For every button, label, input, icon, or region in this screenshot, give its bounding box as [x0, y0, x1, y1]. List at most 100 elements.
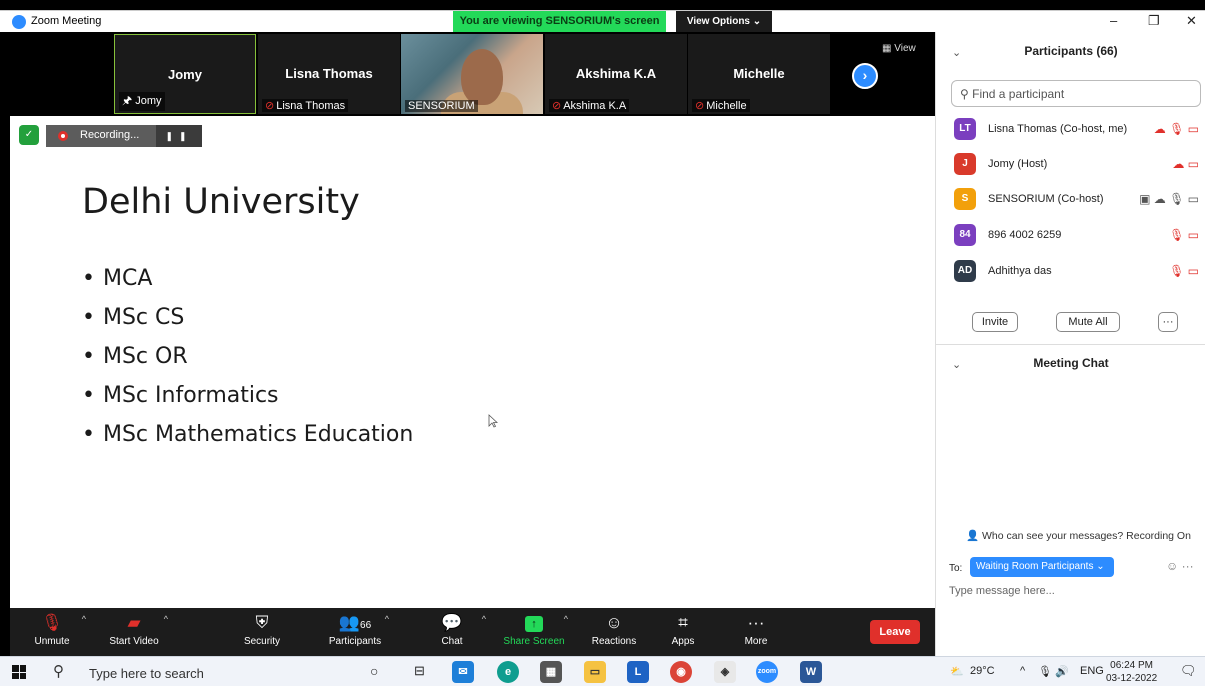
tile-label-text: Jomy	[135, 95, 162, 107]
share-screen-button[interactable]: ↑ Share Screen ^	[494, 608, 574, 656]
chat-message-input[interactable]: Type message here...	[949, 585, 1055, 597]
security-label: Security	[243, 636, 281, 647]
participants-label: Participants	[328, 636, 382, 647]
chat-title: Meeting Chat	[1033, 356, 1109, 370]
participants-icon: 👥66	[338, 613, 372, 632]
video-tile-michelle[interactable]: Michelle ⊘ Michelle	[688, 34, 830, 114]
chevron-up-icon[interactable]: ^	[385, 614, 389, 624]
view-label: View	[894, 43, 916, 54]
tile-label-text: Akshima K.A	[563, 100, 627, 112]
emoji-icon[interactable]: ☺ ···	[1166, 559, 1194, 573]
unmute-button[interactable]: 🎙 Unmute ^	[12, 608, 92, 656]
video-tile-lisna[interactable]: Lisna Thomas ⊘ Lisna Thomas	[258, 34, 400, 114]
word-app-icon[interactable]: W	[800, 661, 822, 683]
close-button[interactable]: ✕	[1186, 13, 1197, 29]
apps-label: Apps	[671, 636, 695, 647]
mic-tray-icon[interactable]: 🎙	[1038, 665, 1052, 678]
bullet-item: MSc Informatics	[82, 383, 413, 422]
panel-divider	[936, 344, 1205, 345]
participant-name: SENSORIUM (Co-host)	[988, 193, 1104, 205]
bullet-item: MSc OR	[82, 344, 413, 383]
pin-icon: 🖈	[122, 95, 136, 107]
recipient-dropdown[interactable]: Waiting Room Participants ⌄	[970, 557, 1114, 577]
security-shield-icon[interactable]: ✓	[19, 125, 39, 145]
video-tile-jomy[interactable]: Jomy 🖈 Jomy	[114, 34, 256, 114]
recording-controls[interactable]: ❚❚ ■	[156, 125, 202, 163]
viewing-screen-banner: You are viewing SENSORIUM's screen	[453, 11, 666, 32]
participant-row[interactable]: AD Adhithya das 🎙 ▭	[954, 260, 1199, 284]
tile-label-text: Lisna Thomas	[276, 100, 346, 112]
chevron-up-icon[interactable]: ^	[164, 614, 168, 624]
app-l-icon[interactable]: L	[627, 661, 649, 683]
apps-icon: ⌗	[678, 613, 688, 632]
security-button[interactable]: ⛨ Security	[222, 608, 302, 656]
participant-status-icons: ☁ 🎙 ▭	[1153, 122, 1199, 136]
task-view-icon[interactable]: ⊟	[414, 663, 425, 679]
avatar: S	[954, 188, 976, 210]
chevron-up-icon[interactable]: ^	[82, 614, 86, 624]
participant-status-icons: ▣ ☁ 🎙 ▭	[1139, 192, 1199, 206]
reactions-button[interactable]: ☺ Reactions	[574, 608, 654, 656]
share-screen-label: Share Screen	[503, 636, 565, 647]
avatar: LT	[954, 118, 976, 140]
app-icon[interactable]: ◈	[714, 661, 736, 683]
reactions-icon: ☺	[605, 613, 623, 632]
more-options-button[interactable]: ···	[1158, 312, 1178, 332]
chevron-up-icon[interactable]: ^	[482, 614, 486, 624]
chat-button[interactable]: 💬 Chat ^	[412, 608, 492, 656]
language-indicator[interactable]: ENG	[1080, 665, 1104, 677]
minimize-button[interactable]: –	[1110, 13, 1117, 28]
weather-icon[interactable]: ⛅	[950, 665, 964, 678]
weather-temp: 29°C	[970, 665, 995, 677]
reactions-label: Reactions	[591, 636, 637, 647]
participants-button[interactable]: 👥66 Participants ^	[315, 608, 395, 656]
view-layout-button[interactable]: ▦ View	[882, 43, 916, 54]
tile-label-text: SENSORIUM	[408, 100, 475, 112]
file-explorer-icon[interactable]: ▭	[584, 661, 606, 683]
who-can-see-link[interactable]: 👤 Who can see your messages? Recording O…	[966, 529, 1191, 542]
participant-row[interactable]: 84 896 4002 6259 🎙 ▭	[954, 224, 1199, 248]
participant-row[interactable]: LT Lisna Thomas (Co-host, me) ☁ 🎙 ▭	[954, 118, 1199, 142]
tile-label: ⊘ Lisna Thomas	[262, 99, 349, 112]
windows-start-icon[interactable]	[12, 665, 26, 679]
video-tile-sensorium[interactable]: SENSORIUM	[401, 34, 543, 114]
mail-app-icon[interactable]: ✉	[452, 661, 474, 683]
video-tile-akshima[interactable]: Akshima K.A ⊘ Akshima K.A	[545, 34, 687, 114]
more-label: More	[744, 636, 768, 647]
taskbar-search[interactable]: ⚲ Type here to search	[43, 658, 343, 686]
participants-title: Participants (66)	[1024, 44, 1118, 58]
zoom-app-icon[interactable]: zoom	[756, 661, 778, 683]
zoom-logo-icon	[12, 15, 26, 29]
participants-count: 66	[360, 620, 372, 631]
cortana-icon[interactable]: ○	[370, 663, 378, 679]
recording-icon	[58, 131, 68, 141]
next-page-arrow-icon[interactable]: ›	[852, 63, 878, 89]
edge-browser-icon[interactable]: e	[497, 661, 519, 683]
participant-status-icons: ☁ ▭	[1172, 157, 1199, 171]
apps-button[interactable]: ⌗ Apps	[643, 608, 723, 656]
view-options-button[interactable]: View Options ⌄	[676, 11, 772, 32]
chevron-up-icon[interactable]: ^	[564, 614, 568, 624]
participant-search-input[interactable]: ⚲ Find a participant	[951, 80, 1201, 107]
tray-chevron-icon[interactable]: ^	[1020, 665, 1025, 677]
restore-button[interactable]: ❐	[1148, 13, 1160, 29]
leave-button[interactable]: Leave	[870, 620, 920, 644]
bullet-item: MSc Mathematics Education	[82, 422, 413, 461]
start-video-button[interactable]: ▰ Start Video ^	[94, 608, 174, 656]
system-clock[interactable]: 06:24 PM 03-12-2022	[1106, 659, 1157, 685]
participants-panel: ⌄ Participants (66) ⚲ Find a participant…	[935, 32, 1205, 656]
tile-label-text: Michelle	[706, 100, 747, 112]
calculator-icon[interactable]: ▦	[540, 661, 562, 683]
notification-icon[interactable]: 🗨	[1180, 663, 1197, 679]
avatar: J	[954, 153, 976, 175]
participant-row[interactable]: S SENSORIUM (Co-host) ▣ ☁ 🎙 ▭	[954, 188, 1199, 212]
participant-name: Lisna Thomas (Co-host, me)	[988, 123, 1128, 135]
invite-button[interactable]: Invite	[972, 312, 1018, 332]
mute-all-button[interactable]: Mute All	[1056, 312, 1120, 332]
avatar: AD	[954, 260, 976, 282]
volume-icon[interactable]: 🔊	[1055, 665, 1069, 678]
participant-name: Adhithya das	[988, 265, 1052, 277]
more-button[interactable]: ··· More	[716, 608, 796, 656]
participant-row[interactable]: J Jomy (Host) ☁ ▭	[954, 153, 1199, 177]
chrome-icon[interactable]: ◉	[670, 661, 692, 683]
